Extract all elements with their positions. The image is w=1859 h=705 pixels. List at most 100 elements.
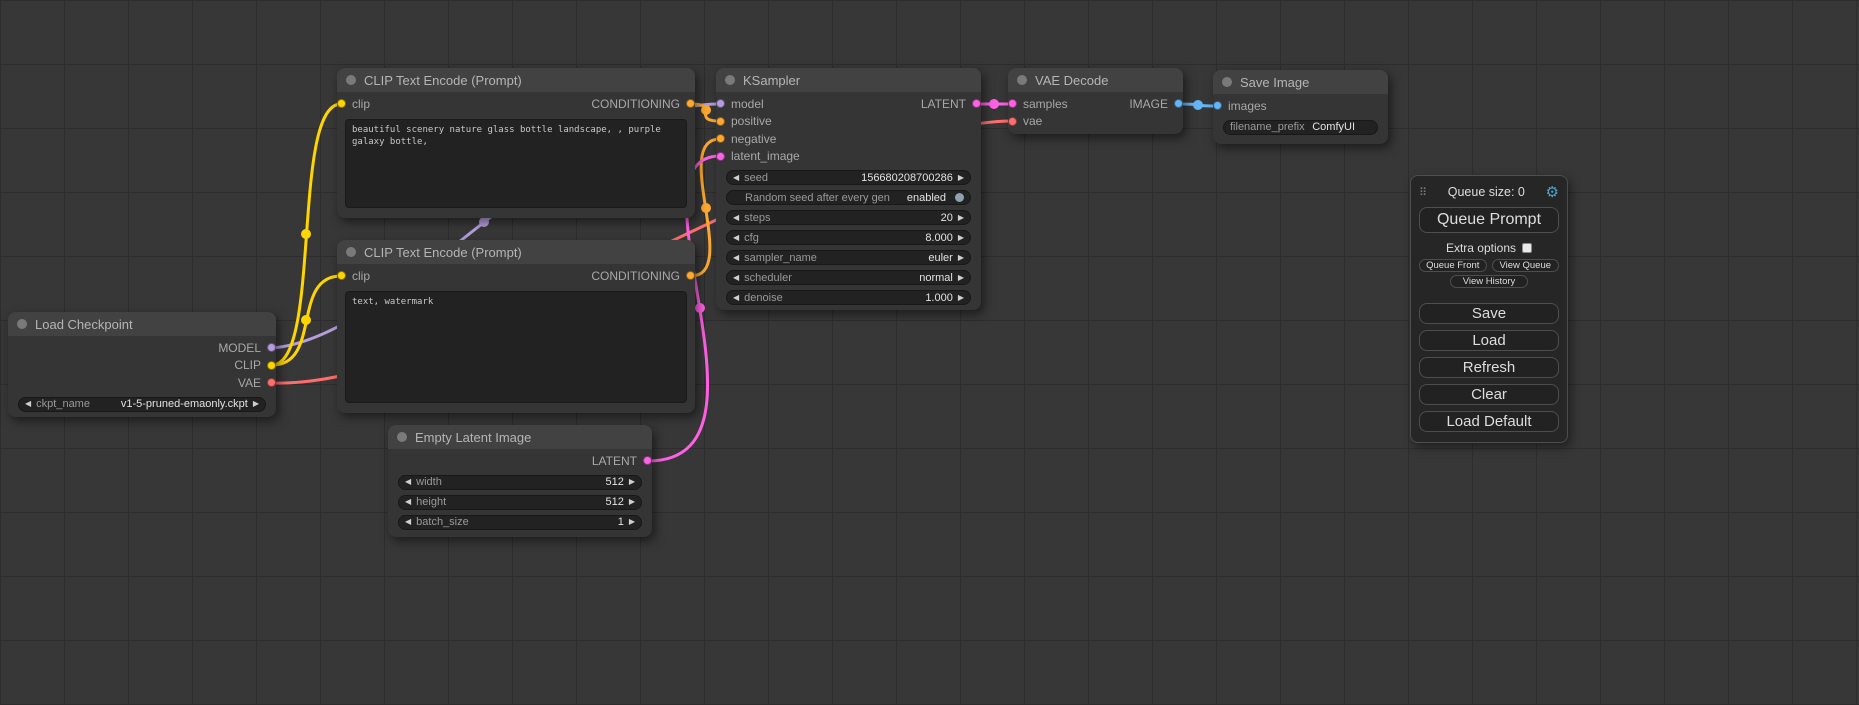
decrement-arrow-icon[interactable]: ◀ <box>733 234 739 242</box>
output-slot-latent[interactable]: LATENT <box>592 454 652 468</box>
input-slot-latent-image[interactable]: latent_image <box>716 149 800 163</box>
input-dot-images[interactable] <box>1213 101 1222 110</box>
collapse-dot-icon[interactable] <box>1222 77 1232 87</box>
toggle-dot-icon[interactable] <box>955 193 964 202</box>
input-dot-positive[interactable] <box>716 117 725 126</box>
collapse-dot-icon[interactable] <box>725 75 735 85</box>
node-clip-text-encode-positive[interactable]: CLIP Text Encode (Prompt) clip CONDITION… <box>337 68 695 218</box>
save-button[interactable]: Save <box>1419 303 1559 324</box>
node-title-bar[interactable]: Save Image <box>1213 70 1388 94</box>
output-slot-model[interactable]: MODEL <box>218 341 276 355</box>
input-slot-images[interactable]: images <box>1213 99 1267 113</box>
widget-width[interactable]: ◀ width 512 ▶ <box>398 475 642 490</box>
load-default-button[interactable]: Load Default <box>1419 411 1559 432</box>
prompt-textarea[interactable]: beautiful scenery nature glass bottle la… <box>345 119 687 209</box>
node-title-bar[interactable]: CLIP Text Encode (Prompt) <box>337 240 695 264</box>
node-title-bar[interactable]: Load Checkpoint <box>8 312 276 336</box>
output-slot-image[interactable]: IMAGE <box>1129 97 1183 111</box>
output-dot-model[interactable] <box>267 343 276 352</box>
input-dot-clip[interactable] <box>337 99 346 108</box>
input-dot-latent-image[interactable] <box>716 152 725 161</box>
collapse-dot-icon[interactable] <box>346 75 356 85</box>
widget-scheduler[interactable]: ◀ scheduler normal ▶ <box>726 270 971 285</box>
clear-button[interactable]: Clear <box>1419 384 1559 405</box>
collapse-dot-icon[interactable] <box>397 432 407 442</box>
collapse-dot-icon[interactable] <box>1017 75 1027 85</box>
widget-seed[interactable]: ◀ seed 156680208700286 ▶ <box>726 170 971 185</box>
increment-arrow-icon[interactable]: ▶ <box>629 518 635 526</box>
input-dot-clip[interactable] <box>337 271 346 280</box>
node-clip-text-encode-negative[interactable]: CLIP Text Encode (Prompt) clip CONDITION… <box>337 240 695 413</box>
increment-arrow-icon[interactable]: ▶ <box>958 174 964 182</box>
increment-arrow-icon[interactable]: ▶ <box>958 294 964 302</box>
widget-random-seed-toggle[interactable]: Random seed after every gen enabled <box>726 190 971 205</box>
decrement-arrow-icon[interactable]: ◀ <box>405 478 411 486</box>
output-dot-vae[interactable] <box>267 378 276 387</box>
input-dot-samples[interactable] <box>1008 99 1017 108</box>
input-slot-clip[interactable]: clip <box>337 97 370 111</box>
output-dot-clip[interactable] <box>267 361 276 370</box>
output-slot-vae[interactable]: VAE <box>238 376 276 390</box>
input-slot-clip[interactable]: clip <box>337 269 370 283</box>
widget-filename-prefix[interactable]: filename_prefix ComfyUI <box>1223 120 1378 135</box>
node-title-bar[interactable]: CLIP Text Encode (Prompt) <box>337 68 695 92</box>
collapse-dot-icon[interactable] <box>17 319 27 329</box>
widget-batch-size[interactable]: ◀ batch_size 1 ▶ <box>398 515 642 530</box>
decrement-arrow-icon[interactable]: ◀ <box>733 174 739 182</box>
collapse-dot-icon[interactable] <box>346 247 356 257</box>
decrement-arrow-icon[interactable]: ◀ <box>25 400 31 408</box>
increment-arrow-icon[interactable]: ▶ <box>958 214 964 222</box>
input-slot-negative[interactable]: negative <box>716 132 776 146</box>
input-slot-samples[interactable]: samples <box>1008 97 1068 111</box>
input-slot-model[interactable]: model <box>716 97 764 111</box>
increment-arrow-icon[interactable]: ▶ <box>958 234 964 242</box>
output-slot-latent[interactable]: LATENT <box>921 97 981 111</box>
view-history-button[interactable]: View History <box>1450 275 1529 288</box>
node-vae-decode[interactable]: VAE Decode samples IMAGE vae <box>1008 68 1183 134</box>
decrement-arrow-icon[interactable]: ◀ <box>405 518 411 526</box>
decrement-arrow-icon[interactable]: ◀ <box>405 498 411 506</box>
increment-arrow-icon[interactable]: ▶ <box>958 254 964 262</box>
node-title-bar[interactable]: KSampler <box>716 68 981 92</box>
node-load-checkpoint[interactable]: Load Checkpoint MODEL CLIP VAE ◀ ckpt_na… <box>8 312 276 417</box>
output-dot-image[interactable] <box>1174 99 1183 108</box>
settings-gear-icon[interactable]: ⚙ <box>1546 185 1559 200</box>
output-dot-latent[interactable] <box>972 99 981 108</box>
output-slot-conditioning[interactable]: CONDITIONING <box>591 269 695 283</box>
widget-sampler-name[interactable]: ◀ sampler_name euler ▶ <box>726 250 971 265</box>
increment-arrow-icon[interactable]: ▶ <box>629 498 635 506</box>
drag-handle-icon[interactable]: ⠿ <box>1419 186 1427 199</box>
node-empty-latent-image[interactable]: Empty Latent Image LATENT ◀ width 512 ▶ … <box>388 425 652 537</box>
decrement-arrow-icon[interactable]: ◀ <box>733 274 739 282</box>
input-dot-model[interactable] <box>716 99 725 108</box>
refresh-button[interactable]: Refresh <box>1419 357 1559 378</box>
decrement-arrow-icon[interactable]: ◀ <box>733 214 739 222</box>
decrement-arrow-icon[interactable]: ◀ <box>733 294 739 302</box>
input-dot-negative[interactable] <box>716 134 725 143</box>
node-title-bar[interactable]: VAE Decode <box>1008 68 1183 92</box>
node-ksampler[interactable]: KSampler model LATENT positive negative <box>716 68 981 310</box>
prompt-textarea[interactable]: text, watermark <box>345 291 687 404</box>
input-slot-vae[interactable]: vae <box>1008 114 1042 128</box>
load-button[interactable]: Load <box>1419 330 1559 351</box>
widget-denoise[interactable]: ◀ denoise 1.000 ▶ <box>726 290 971 305</box>
widget-steps[interactable]: ◀ steps 20 ▶ <box>726 210 971 225</box>
node-title-bar[interactable]: Empty Latent Image <box>388 425 652 449</box>
output-dot-conditioning[interactable] <box>686 271 695 280</box>
view-queue-button[interactable]: View Queue <box>1492 259 1560 272</box>
widget-ckpt-name[interactable]: ◀ ckpt_name v1-5-pruned-emaonly.ckpt ▶ <box>18 397 266 412</box>
input-dot-vae[interactable] <box>1008 117 1017 126</box>
input-slot-positive[interactable]: positive <box>716 114 772 128</box>
node-save-image[interactable]: Save Image images filename_prefix ComfyU… <box>1213 70 1388 144</box>
output-slot-conditioning[interactable]: CONDITIONING <box>591 97 695 111</box>
graph-canvas[interactable]: { "icons": { "drag_handle": "⠿", "gear":… <box>0 0 1859 705</box>
queue-front-button[interactable]: Queue Front <box>1419 259 1487 272</box>
output-slot-clip[interactable]: CLIP <box>234 358 276 372</box>
output-dot-latent[interactable] <box>643 456 652 465</box>
increment-arrow-icon[interactable]: ▶ <box>958 274 964 282</box>
extra-options-checkbox[interactable] <box>1522 243 1532 253</box>
decrement-arrow-icon[interactable]: ◀ <box>733 254 739 262</box>
widget-height[interactable]: ◀ height 512 ▶ <box>398 495 642 510</box>
output-dot-conditioning[interactable] <box>686 99 695 108</box>
queue-prompt-button[interactable]: Queue Prompt <box>1419 207 1559 233</box>
